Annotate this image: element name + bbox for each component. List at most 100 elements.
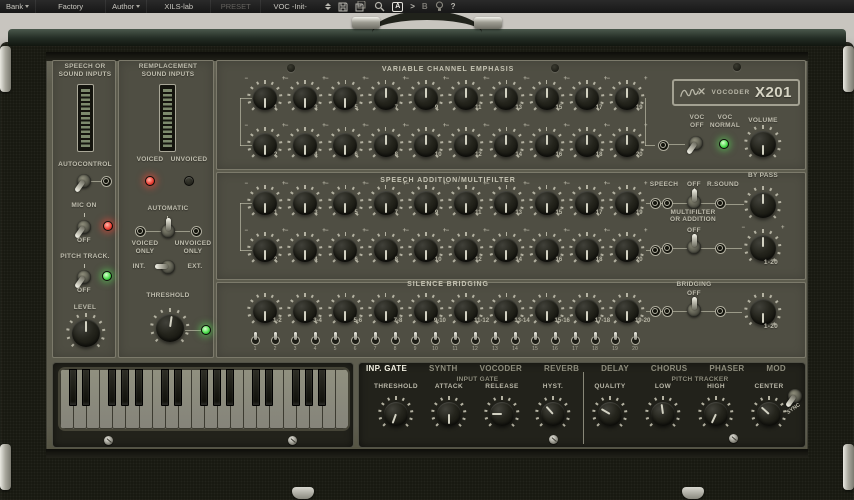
- pitch-track-switch[interactable]: [77, 270, 91, 284]
- rsound-pos-label: R.SOUND: [701, 181, 745, 189]
- pitch-tracker-low-knob[interactable]: [646, 397, 681, 432]
- voc-off-label-2: OFF: [684, 122, 710, 130]
- mic-led: [103, 221, 113, 231]
- piano-key-black-5[interactable]: [121, 369, 129, 406]
- bridge-toggle-18[interactable]: [591, 336, 600, 345]
- pitch-tracker-center-knob[interactable]: [752, 397, 787, 432]
- tab-synth[interactable]: SYNTH: [429, 364, 458, 373]
- replacement-threshold-label: THRESHOLD: [134, 292, 202, 300]
- pitch-tracker-high-knob[interactable]: [699, 397, 734, 432]
- bridging-range-label: 1-20: [756, 323, 786, 331]
- compare-b-button[interactable]: B: [422, 2, 428, 11]
- copy-ab-button[interactable]: >: [410, 2, 415, 11]
- bridge-toggle-3[interactable]: [291, 336, 300, 345]
- bridge-toggle-14[interactable]: [511, 336, 520, 345]
- bridge-toggle-15[interactable]: [531, 336, 540, 345]
- automatic-switch[interactable]: [161, 224, 175, 238]
- volume-knob[interactable]: [745, 126, 782, 163]
- bridge-toggle-5[interactable]: [331, 336, 340, 345]
- input-gate-release-knob[interactable]: [485, 397, 520, 432]
- piano-key-black-9[interactable]: [174, 369, 182, 406]
- tab-phaser[interactable]: PHASER: [709, 364, 744, 373]
- lightbulb-icon[interactable]: [435, 1, 444, 12]
- spinner-up-icon[interactable]: [325, 3, 331, 6]
- piano-key-black-4[interactable]: [108, 369, 116, 406]
- piano-key-black-13[interactable]: [226, 369, 234, 406]
- voc-switch[interactable]: [689, 136, 703, 150]
- bridge-toggle-19[interactable]: [611, 336, 620, 345]
- level-knob[interactable]: [67, 314, 106, 353]
- cabinet-foot: [292, 487, 314, 499]
- tab-vocoder[interactable]: VOCODER: [480, 364, 523, 373]
- bridge-toggle-12[interactable]: [471, 336, 480, 345]
- bridge-toggle-11[interactable]: [451, 336, 460, 345]
- pitch-tracker-quality-knob[interactable]: [593, 397, 628, 432]
- piano-key-black-20[interactable]: [318, 369, 326, 406]
- autocontrol-switch[interactable]: [77, 174, 91, 188]
- speech-addition-title: SPEECH ADDITION/MULTIFILTER: [258, 177, 638, 184]
- help-button[interactable]: ?: [451, 2, 456, 11]
- multifilter-switch[interactable]: [687, 240, 701, 254]
- tab-delay[interactable]: DELAY: [601, 364, 629, 373]
- piano-key-black-11[interactable]: [200, 369, 208, 406]
- toolbar-icons: A > B ?: [319, 1, 461, 12]
- piano-key-black-19[interactable]: [305, 369, 313, 406]
- piano-key-black-2[interactable]: [82, 369, 90, 406]
- piano-key-black-8[interactable]: [161, 369, 169, 406]
- save-as-icon[interactable]: [355, 1, 367, 12]
- unvoiced-only-label: UNVOICED ONLY: [167, 240, 219, 257]
- speech-rsound-switch[interactable]: [687, 195, 701, 209]
- mic-switch[interactable]: [77, 220, 91, 234]
- keyboard: [60, 369, 348, 429]
- piano-key-white-22[interactable]: [335, 369, 348, 429]
- input-gate-threshold-knob[interactable]: [379, 397, 414, 432]
- tab-chorus[interactable]: CHORUS: [651, 364, 687, 373]
- replacement-threshold-knob[interactable]: [151, 309, 190, 348]
- xils-logo-icon: [680, 84, 706, 101]
- save-icon[interactable]: [338, 2, 348, 12]
- corner-protector: [0, 46, 11, 92]
- bridge-toggle-20[interactable]: [631, 336, 640, 345]
- piano-key-black-15[interactable]: [252, 369, 260, 406]
- bypass-knob[interactable]: [745, 187, 782, 224]
- bridge-toggle-1[interactable]: [251, 336, 260, 345]
- piano-key-black-1[interactable]: [69, 369, 77, 406]
- bridge-toggle-4[interactable]: [311, 336, 320, 345]
- author-menu[interactable]: Author: [106, 0, 147, 13]
- input-gate-hyst-knob[interactable]: [536, 397, 571, 432]
- voiced-only-label: VOICED ONLY: [122, 240, 168, 257]
- bridge-toggle-7[interactable]: [371, 336, 380, 345]
- compare-a-button[interactable]: A: [392, 2, 403, 12]
- bridge-toggle-17[interactable]: [571, 336, 580, 345]
- unvoiced-led: [184, 176, 194, 186]
- tab-inp-gate[interactable]: INP. GATE: [366, 364, 407, 373]
- connector-jack: [662, 198, 673, 209]
- sync-switch[interactable]: [788, 389, 802, 403]
- piano-key-black-16[interactable]: [265, 369, 273, 406]
- bridge-toggle-13[interactable]: [491, 336, 500, 345]
- level-label: LEVEL: [56, 304, 114, 312]
- input-gate-attack-knob[interactable]: [432, 397, 467, 432]
- int-ext-switch[interactable]: [161, 260, 175, 274]
- screw: [729, 434, 738, 443]
- bank-menu[interactable]: Bank: [0, 0, 36, 13]
- tab-reverb[interactable]: REVERB: [544, 364, 579, 373]
- handle-cap-left: [352, 17, 380, 29]
- spinner-down-icon[interactable]: [325, 7, 331, 10]
- tab-mod[interactable]: MOD: [766, 364, 786, 373]
- bridge-toggle-8[interactable]: [391, 336, 400, 345]
- preset-spinner[interactable]: [325, 3, 331, 10]
- author-value[interactable]: XILS-lab: [147, 0, 211, 13]
- bank-value[interactable]: Factory: [36, 0, 106, 13]
- piano-key-black-12[interactable]: [213, 369, 221, 406]
- bridge-toggle-10[interactable]: [431, 336, 440, 345]
- piano-key-black-6[interactable]: [135, 369, 143, 406]
- piano-key-black-18[interactable]: [292, 369, 300, 406]
- bridge-toggle-6[interactable]: [351, 336, 360, 345]
- preset-name[interactable]: VOC -Init-: [261, 0, 319, 13]
- search-icon[interactable]: [374, 1, 385, 12]
- bridge-toggle-16[interactable]: [551, 336, 560, 345]
- bridge-toggle-9[interactable]: [411, 336, 420, 345]
- bridging-switch[interactable]: [687, 303, 701, 317]
- bridge-toggle-2[interactable]: [271, 336, 280, 345]
